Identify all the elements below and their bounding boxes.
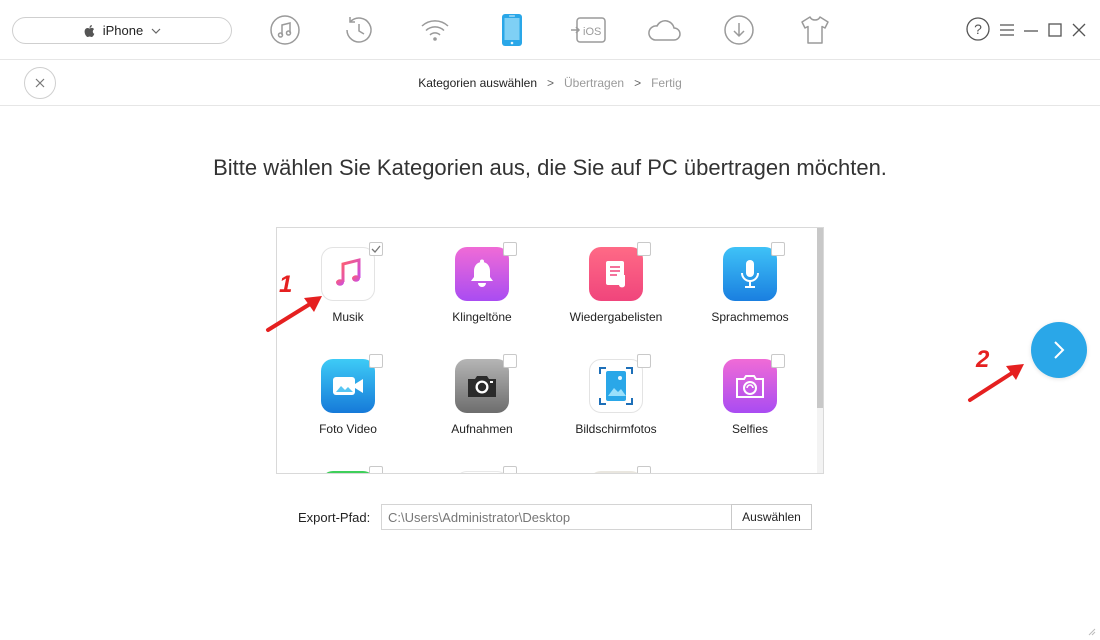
export-path-input[interactable] bbox=[381, 504, 732, 530]
category-label: Klingeltöne bbox=[452, 310, 512, 324]
cloud-icon bbox=[648, 20, 681, 41]
breadcrumb-step-done: Fertig bbox=[651, 76, 682, 90]
top-toolbar: iPhone iOS ? bbox=[0, 0, 1100, 60]
resize-grip-icon[interactable] bbox=[1088, 628, 1096, 636]
menu-button[interactable] bbox=[996, 19, 1018, 41]
category-label: Selfies bbox=[731, 422, 769, 436]
minimize-icon bbox=[1024, 30, 1038, 32]
breadcrumb-separator: > bbox=[547, 76, 555, 90]
category-screenshots[interactable]: Bildschirmfotos bbox=[545, 340, 679, 440]
choose-path-button[interactable]: Auswählen bbox=[731, 504, 812, 530]
scrollbar-thumb[interactable] bbox=[817, 228, 823, 408]
music-icon bbox=[321, 247, 375, 301]
checkmark-icon bbox=[371, 245, 381, 253]
page-title: Bitte wählen Sie Kategorien aus, die Sie… bbox=[213, 155, 887, 180]
app-icon bbox=[321, 471, 375, 473]
category-voice-memos[interactable]: Sprachmemos bbox=[679, 228, 813, 328]
app-icon bbox=[589, 471, 643, 473]
category-checkbox[interactable] bbox=[503, 466, 517, 473]
category-label: Bildschirmfotos bbox=[575, 422, 657, 436]
category-checkbox[interactable] bbox=[637, 354, 651, 368]
breadcrumb-step-select: Kategorien auswählen bbox=[418, 76, 537, 90]
help-icon: ? bbox=[966, 17, 990, 41]
category-playlists[interactable]: Wiedergabelisten bbox=[545, 228, 679, 328]
category-more-2[interactable] bbox=[411, 452, 545, 473]
category-label: Wiedergabelisten bbox=[569, 310, 663, 324]
close-icon bbox=[35, 78, 45, 88]
category-ringtones[interactable]: Klingeltöne bbox=[411, 228, 545, 328]
category-selfies[interactable]: Selfies bbox=[679, 340, 813, 440]
tshirt-icon bbox=[801, 16, 829, 44]
category-checkbox[interactable] bbox=[503, 242, 517, 256]
tool-history[interactable] bbox=[341, 13, 375, 47]
category-checkbox[interactable] bbox=[637, 242, 651, 256]
category-checkbox[interactable] bbox=[369, 242, 383, 256]
category-checkbox[interactable] bbox=[637, 466, 651, 473]
annotation-arrow-2 bbox=[968, 364, 1024, 402]
category-checkbox[interactable] bbox=[369, 466, 383, 473]
close-window-button[interactable] bbox=[1068, 19, 1090, 41]
breadcrumb: Kategorien auswählen > Übertragen > Fert… bbox=[0, 60, 1100, 106]
category-checkbox[interactable] bbox=[369, 354, 383, 368]
selfie-camera-icon bbox=[723, 359, 777, 413]
maximize-icon bbox=[1048, 23, 1062, 37]
maximize-button[interactable] bbox=[1044, 19, 1066, 41]
history-clock-icon bbox=[346, 17, 372, 43]
tool-download[interactable] bbox=[722, 13, 756, 47]
svg-text:?: ? bbox=[974, 21, 982, 37]
category-photo-video[interactable]: Foto Video bbox=[277, 340, 411, 440]
tool-wifi[interactable] bbox=[418, 13, 452, 47]
tool-ios-transfer[interactable]: iOS bbox=[569, 13, 609, 47]
tool-music[interactable] bbox=[268, 13, 302, 47]
annotation-arrow-1 bbox=[266, 296, 322, 332]
camera-icon bbox=[455, 359, 509, 413]
export-path-label: Export-Pfad: bbox=[298, 510, 371, 525]
playlist-icon bbox=[589, 247, 643, 301]
category-more-1[interactable] bbox=[277, 452, 411, 473]
help-button[interactable]: ? bbox=[966, 17, 990, 41]
category-captures[interactable]: Aufnahmen bbox=[411, 340, 545, 440]
close-step-button[interactable] bbox=[24, 67, 56, 99]
ios-transfer-icon: iOS bbox=[571, 17, 606, 43]
category-checkbox[interactable] bbox=[771, 242, 785, 256]
category-checkbox[interactable] bbox=[771, 354, 785, 368]
tool-phone[interactable] bbox=[495, 13, 529, 47]
close-icon bbox=[1072, 23, 1086, 37]
step-bar: Kategorien auswählen > Übertragen > Fert… bbox=[0, 60, 1100, 106]
minimize-button[interactable] bbox=[1020, 19, 1042, 41]
apple-icon bbox=[84, 24, 95, 37]
download-icon bbox=[724, 15, 754, 45]
breadcrumb-separator: > bbox=[634, 76, 642, 90]
tool-cloud[interactable] bbox=[645, 13, 683, 47]
hamburger-menu-icon bbox=[1000, 24, 1014, 36]
wifi-icon bbox=[421, 20, 449, 41]
next-button[interactable] bbox=[1031, 322, 1087, 378]
category-panel: Musik Klingeltöne Wiedergabelisten Sprac… bbox=[276, 227, 824, 474]
category-label: Sprachmemos bbox=[711, 310, 789, 324]
chevron-down-icon bbox=[151, 28, 161, 34]
chevron-right-icon bbox=[1054, 341, 1065, 359]
phone-icon bbox=[502, 14, 522, 46]
breadcrumb-step-transfer: Übertragen bbox=[564, 76, 625, 90]
video-camera-icon bbox=[321, 359, 375, 413]
music-note-icon bbox=[270, 15, 300, 45]
category-checkbox[interactable] bbox=[503, 354, 517, 368]
app-icon bbox=[455, 471, 509, 473]
category-label: Aufnahmen bbox=[451, 422, 513, 436]
screenshot-icon bbox=[589, 359, 643, 413]
tool-tshirt[interactable] bbox=[798, 13, 832, 47]
device-name: iPhone bbox=[102, 23, 144, 38]
category-label: Foto Video bbox=[319, 422, 377, 436]
export-path-row: Export-Pfad: Auswählen bbox=[0, 504, 1100, 530]
bell-icon bbox=[455, 247, 509, 301]
svg-text:iOS: iOS bbox=[583, 26, 601, 38]
category-scrollbar[interactable] bbox=[817, 228, 823, 473]
microphone-icon bbox=[723, 247, 777, 301]
category-more-3[interactable] bbox=[545, 452, 679, 473]
device-selector[interactable]: iPhone bbox=[12, 17, 232, 44]
